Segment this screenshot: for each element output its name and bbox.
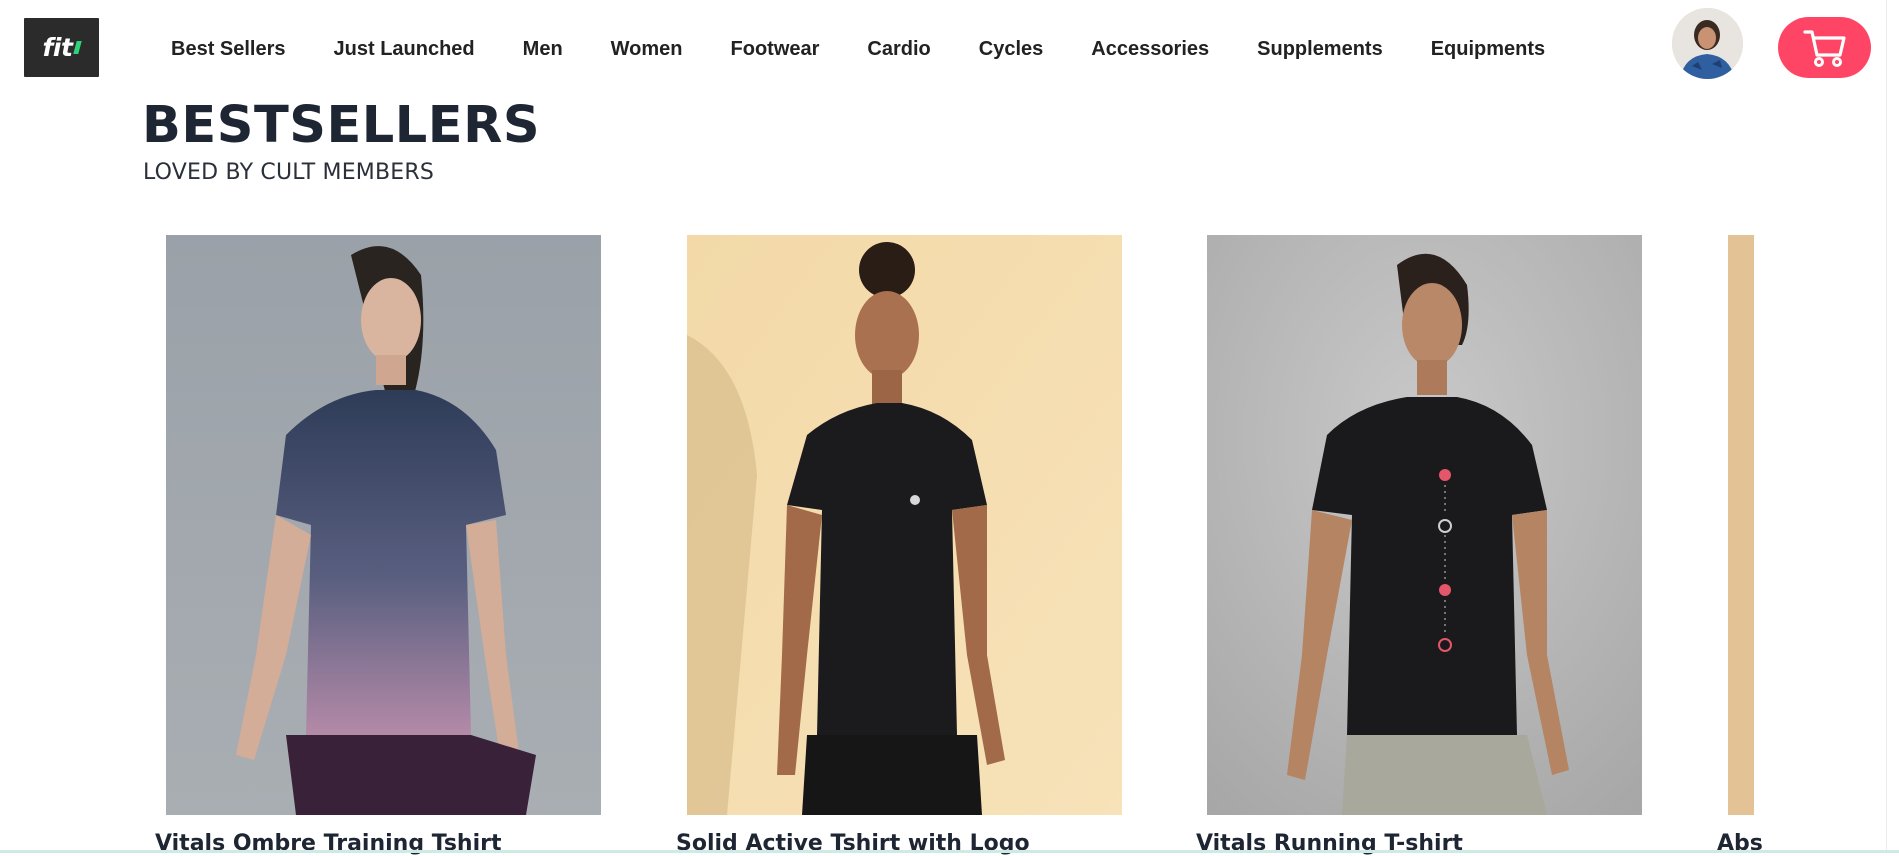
nav-item-just-launched[interactable]: Just Launched bbox=[334, 38, 475, 61]
site-header: fit Best Sellers Just Launched Men Women… bbox=[0, 0, 1899, 98]
section-subtitle: LOVED BY CULT MEMBERS bbox=[143, 160, 435, 185]
product-image[interactable] bbox=[1728, 235, 1754, 815]
nav-item-men[interactable]: Men bbox=[523, 38, 563, 61]
scrollbar[interactable] bbox=[1886, 0, 1899, 853]
nav-item-accessories[interactable]: Accessories bbox=[1091, 38, 1209, 61]
main-nav: Best Sellers Just Launched Men Women Foo… bbox=[147, 34, 1569, 64]
nav-item-best-sellers[interactable]: Best Sellers bbox=[171, 38, 286, 61]
product-image[interactable] bbox=[166, 235, 601, 815]
logo-mark bbox=[73, 41, 83, 54]
brand-logo[interactable]: fit bbox=[24, 18, 99, 77]
product-card[interactable]: Vitals Ombre Training Tshirt bbox=[155, 235, 601, 856]
product-card[interactable]: Solid Active Tshirt with Logo bbox=[676, 235, 1122, 856]
product-card[interactable]: Vitals Running T-shirt bbox=[1196, 235, 1642, 856]
nav-item-cardio[interactable]: Cardio bbox=[867, 38, 930, 61]
nav-item-supplements[interactable]: Supplements bbox=[1257, 38, 1383, 61]
cart-button[interactable] bbox=[1778, 17, 1871, 78]
cart-icon bbox=[1802, 29, 1846, 67]
product-image[interactable] bbox=[687, 235, 1122, 815]
nav-item-cycles[interactable]: Cycles bbox=[979, 38, 1044, 61]
logo-text: fit bbox=[42, 33, 73, 62]
nav-item-footwear[interactable]: Footwear bbox=[731, 38, 820, 61]
section-title: BESTSELLERS bbox=[142, 96, 541, 155]
user-avatar[interactable] bbox=[1672, 8, 1743, 79]
product-card[interactable]: Abs bbox=[1717, 235, 1763, 856]
avatar-icon bbox=[1672, 8, 1743, 79]
nav-item-women[interactable]: Women bbox=[611, 38, 683, 61]
nav-item-equipments[interactable]: Equipments bbox=[1431, 38, 1545, 61]
product-image[interactable] bbox=[1207, 235, 1642, 815]
